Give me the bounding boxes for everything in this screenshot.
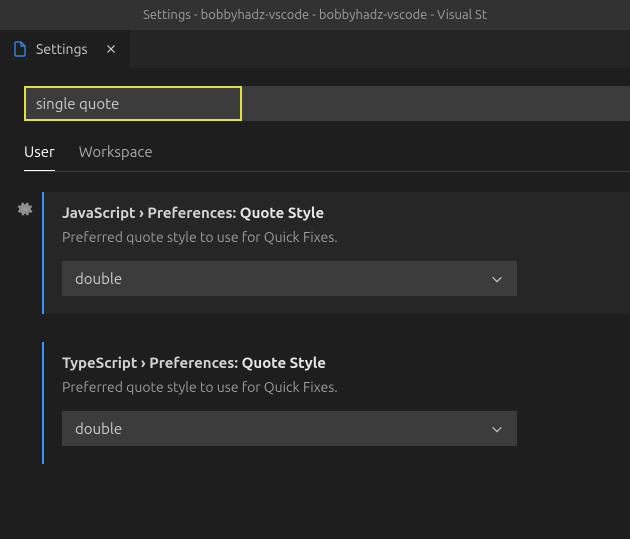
- setting-description: Preferred quote style to use for Quick F…: [62, 229, 612, 245]
- setting-select[interactable]: double: [62, 411, 517, 446]
- setting-card: TypeScript › Preferences: Quote Style Pr…: [42, 342, 630, 464]
- search-input-extension[interactable]: [242, 86, 630, 121]
- chevron-down-icon: [490, 272, 504, 286]
- setting-name: Quote Style: [242, 354, 326, 371]
- setting-name: Quote Style: [240, 204, 324, 221]
- close-icon[interactable]: [104, 42, 118, 56]
- search-input[interactable]: [24, 86, 242, 121]
- scope-workspace-label: Workspace: [79, 143, 153, 160]
- window-title: Settings - bobbyhadz-vscode - bobbyhadz-…: [143, 8, 487, 22]
- select-value: double: [75, 270, 122, 287]
- gear-icon[interactable]: [16, 200, 34, 218]
- settings-content: User Workspace JavaScript › Preferences:…: [0, 68, 630, 464]
- scope-user[interactable]: User: [24, 143, 55, 171]
- setting-select[interactable]: double: [62, 261, 517, 296]
- setting-description: Preferred quote style to use for Quick F…: [62, 379, 612, 395]
- chevron-down-icon: [490, 422, 504, 436]
- setting-path: JavaScript › Preferences:: [62, 204, 236, 221]
- tab-label: Settings: [36, 41, 88, 57]
- setting-title: JavaScript › Preferences: Quote Style: [62, 204, 612, 221]
- setting-path: TypeScript › Preferences:: [62, 354, 238, 371]
- setting-title: TypeScript › Preferences: Quote Style: [62, 354, 612, 371]
- settings-list: JavaScript › Preferences: Quote Style Pr…: [0, 172, 630, 464]
- window-titlebar: Settings - bobbyhadz-vscode - bobbyhadz-…: [0, 0, 630, 30]
- scope-workspace[interactable]: Workspace: [79, 143, 153, 171]
- setting-card: JavaScript › Preferences: Quote Style Pr…: [42, 192, 630, 314]
- setting-row: TypeScript › Preferences: Quote Style Pr…: [8, 342, 630, 464]
- scope-user-label: User: [24, 143, 55, 160]
- settings-scope-tabs: User Workspace: [0, 121, 630, 171]
- search-row: [0, 86, 630, 121]
- select-value: double: [75, 420, 122, 437]
- editor-tabbar: Settings: [0, 30, 630, 68]
- file-icon: [12, 41, 28, 57]
- setting-row: JavaScript › Preferences: Quote Style Pr…: [8, 192, 630, 314]
- tab-settings[interactable]: Settings: [0, 30, 130, 68]
